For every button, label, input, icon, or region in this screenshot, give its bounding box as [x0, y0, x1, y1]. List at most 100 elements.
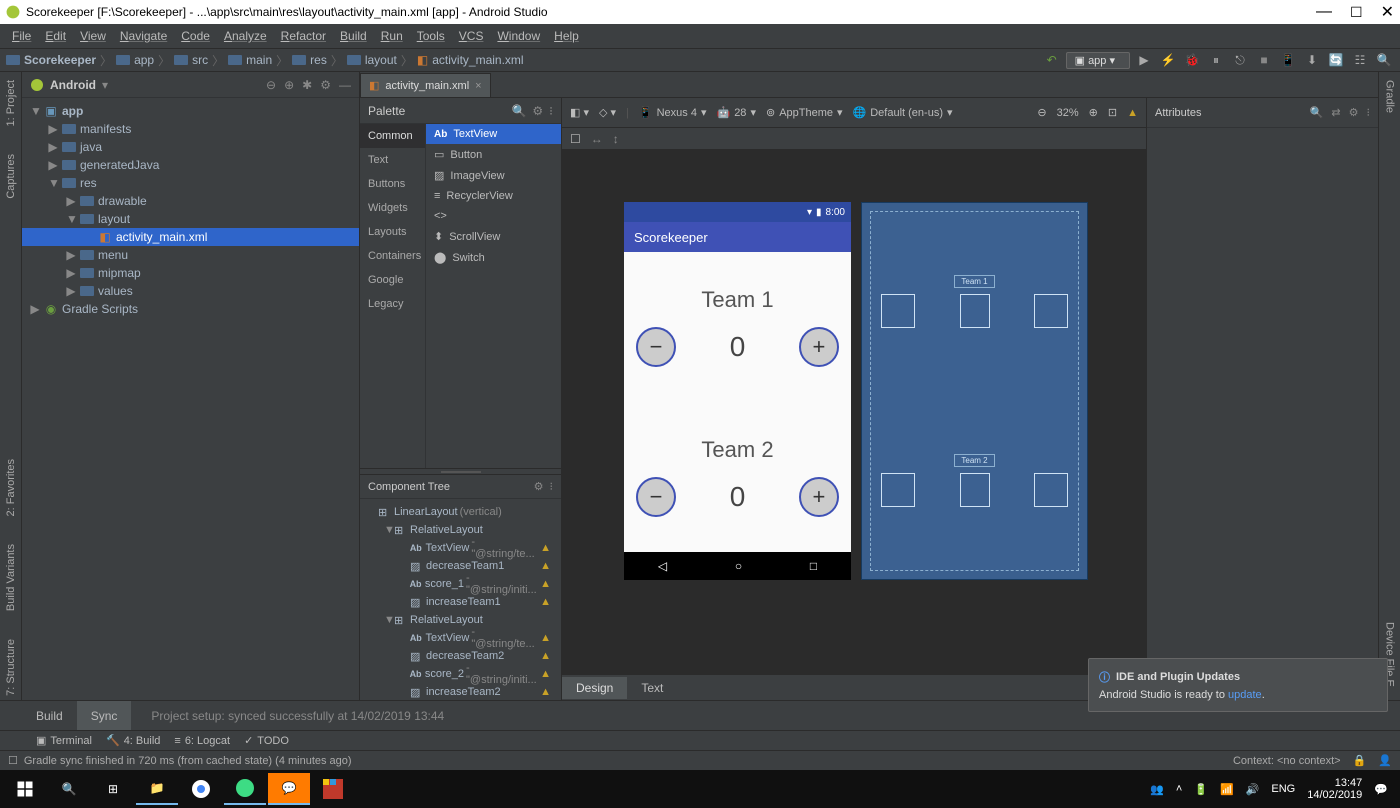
ide-update-notification[interactable]: ⓘIDE and Plugin Updates Android Studio i…	[1088, 658, 1388, 712]
lock-icon[interactable]: 🔒	[1353, 754, 1367, 767]
tree-node[interactable]: ▶java	[22, 138, 359, 156]
gear-icon[interactable]: ⚙	[320, 78, 331, 92]
crumb-0[interactable]: Scorekeeper	[6, 53, 96, 67]
palette-category[interactable]: Text	[360, 148, 425, 172]
search-icon[interactable]: 🔍	[1376, 52, 1392, 68]
inspector-icon[interactable]: 👤	[1378, 754, 1392, 767]
attach-icon[interactable]: ⎋	[1232, 52, 1248, 68]
orientation-icon[interactable]: ◇ ▾	[599, 106, 616, 119]
component-tree-row[interactable]: ⊞LinearLayout(vertical)	[360, 503, 561, 521]
tree-node[interactable]: ▼layout	[22, 210, 359, 228]
palette-category[interactable]: Common	[360, 124, 425, 148]
tree-node[interactable]: ▼▣app	[22, 102, 359, 120]
menu-help[interactable]: Help	[548, 27, 585, 45]
tool-terminal[interactable]: ▣ Terminal	[36, 734, 92, 747]
hor-icon[interactable]: ↔	[591, 132, 603, 146]
palette-item[interactable]: ≡RecyclerView	[426, 186, 561, 206]
run-icon[interactable]: ▶	[1136, 52, 1152, 68]
palette-category[interactable]: Buttons	[360, 172, 425, 196]
component-tree-row[interactable]: Abscore_1- "@string/initi...▲	[360, 575, 561, 593]
clock[interactable]: 13:47 14/02/2019	[1307, 777, 1362, 801]
tree-node[interactable]: ▶generatedJava	[22, 156, 359, 174]
decrease-team2-button[interactable]: −	[636, 477, 676, 517]
battery-icon[interactable]: 🔋	[1194, 783, 1208, 796]
component-tree-row[interactable]: AbTextView- "@string/te...▲	[360, 539, 561, 557]
project-view-selector[interactable]: Android	[50, 78, 96, 92]
run-config-select[interactable]: ▣ app ▾	[1066, 52, 1130, 69]
tool-build[interactable]: 🔨 4: Build	[106, 734, 160, 747]
tree-node[interactable]: ▶mipmap	[22, 264, 359, 282]
device-selector[interactable]: 📱 Nexus 4 ▾	[639, 106, 707, 119]
gear-icon[interactable]: ⚙	[1349, 106, 1359, 119]
menu-file[interactable]: File	[6, 27, 37, 45]
warning-icon[interactable]: ▲	[1127, 107, 1138, 119]
close-button[interactable]: ✕	[1381, 2, 1394, 22]
volume-icon[interactable]: 🔊	[1246, 783, 1260, 796]
menu-run[interactable]: Run	[375, 27, 409, 45]
right-tab-gradle[interactable]: Gradle	[1382, 76, 1398, 117]
project-tree[interactable]: ▼▣app▶manifests▶java▶generatedJava▼res▶d…	[22, 98, 359, 700]
hide-icon[interactable]: —	[339, 78, 351, 92]
tree-node[interactable]: ▶manifests	[22, 120, 359, 138]
search-button[interactable]: 🔍	[48, 773, 90, 805]
tree-node[interactable]: ▼res	[22, 174, 359, 192]
canvas-inner[interactable]: ▾ ▮ 8:00 Scorekeeper Team 1 −	[562, 150, 1146, 674]
task-view-button[interactable]: ⊞	[92, 773, 134, 805]
sdk-icon[interactable]: ⬇	[1304, 52, 1320, 68]
ver-icon[interactable]: ↕	[613, 132, 619, 146]
explorer-button[interactable]: 📁	[136, 773, 178, 805]
gear-icon[interactable]: ⚙	[532, 104, 543, 118]
context-label[interactable]: Context: <no context>	[1233, 755, 1341, 767]
component-tree-row[interactable]: Abscore_2- "@string/initi...▲	[360, 665, 561, 683]
options-icon[interactable]: ⁝	[549, 104, 553, 118]
component-tree-row[interactable]: AbTextView- "@string/te...▲	[360, 629, 561, 647]
line-button[interactable]: 💬	[268, 773, 310, 805]
palette-item[interactable]: ▨ImageView	[426, 165, 561, 186]
debug-icon[interactable]: 🐞	[1184, 52, 1200, 68]
palette-category[interactable]: Containers	[360, 244, 425, 268]
menu-navigate[interactable]: Navigate	[114, 27, 173, 45]
structure-icon[interactable]: ☷	[1352, 52, 1368, 68]
language-indicator[interactable]: ENG	[1271, 783, 1295, 795]
profile-icon[interactable]: ⏸	[1208, 52, 1224, 68]
stop-icon[interactable]: ■	[1256, 52, 1272, 68]
crumb-1[interactable]: app	[116, 53, 154, 67]
options-icon[interactable]: ⁝	[1367, 106, 1371, 119]
zoom-in-icon[interactable]: ⊕	[1089, 106, 1098, 119]
palette-category[interactable]: Google	[360, 268, 425, 292]
tree-node[interactable]: ▶◉Gradle Scripts	[22, 300, 359, 318]
left-tab-captures[interactable]: Captures	[3, 150, 19, 203]
api-selector[interactable]: 🤖 28 ▾	[716, 106, 755, 119]
palette-item[interactable]: ⬍ScrollView	[426, 226, 561, 247]
pan-icon[interactable]: ☐	[570, 132, 581, 146]
increase-team1-button[interactable]: +	[799, 327, 839, 367]
search-icon[interactable]: 🔍	[1310, 106, 1324, 119]
view-mode-icon[interactable]: ◧ ▾	[570, 106, 589, 119]
crumb-4[interactable]: res	[292, 53, 327, 67]
crumb-5[interactable]: layout	[347, 53, 397, 67]
close-icon[interactable]: ×	[475, 80, 481, 92]
menu-window[interactable]: Window	[491, 27, 546, 45]
increase-team2-button[interactable]: +	[799, 477, 839, 517]
left-tab-favorites[interactable]: 2: Favorites	[3, 455, 19, 520]
zoom-fit-icon[interactable]: ⊡	[1108, 106, 1117, 119]
notifications-icon[interactable]: 💬	[1374, 783, 1388, 796]
nav-back-icon[interactable]: ◁	[658, 559, 667, 573]
update-link[interactable]: update	[1228, 689, 1262, 701]
menu-vcs[interactable]: VCS	[453, 27, 490, 45]
left-tab-project[interactable]: 1: Project	[3, 76, 19, 130]
expand-icon[interactable]: ⊕	[284, 78, 294, 92]
people-icon[interactable]: 👥	[1150, 783, 1164, 796]
menu-edit[interactable]: Edit	[39, 27, 72, 45]
tab-text[interactable]: Text	[627, 677, 677, 699]
filter-icon[interactable]: ⇄	[1331, 106, 1340, 119]
tool-todo[interactable]: ✓ TODO	[244, 734, 289, 747]
start-button[interactable]	[4, 773, 46, 805]
bottom-tab-sync[interactable]: Sync	[77, 701, 132, 730]
menu-tools[interactable]: Tools	[411, 27, 451, 45]
apply-changes-icon[interactable]: ⚡	[1160, 52, 1176, 68]
menu-refactor[interactable]: Refactor	[275, 27, 332, 45]
nav-home-icon[interactable]: ○	[735, 559, 742, 573]
show-options-icon[interactable]: ✱	[302, 78, 312, 92]
wifi-icon[interactable]: 📶	[1220, 783, 1234, 796]
